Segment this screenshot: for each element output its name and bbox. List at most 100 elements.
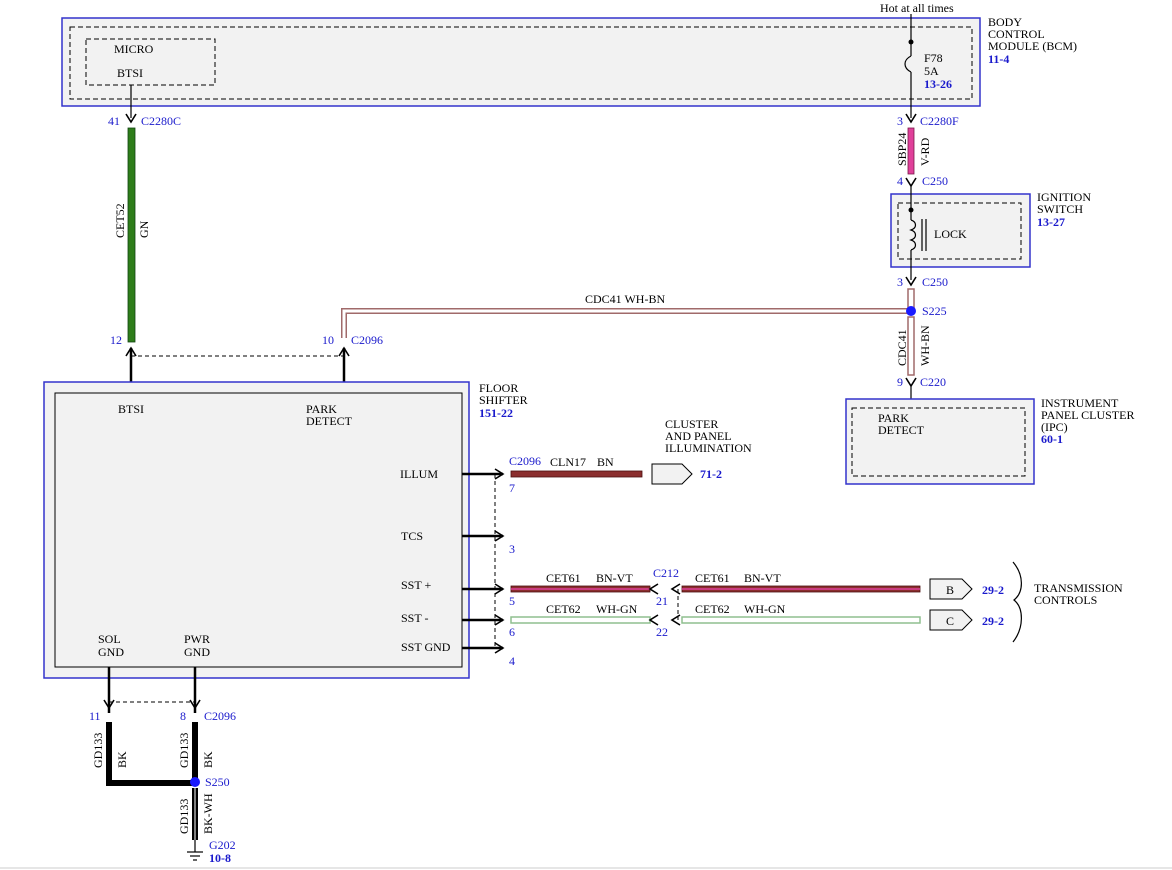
c212-right-top-icon [670, 583, 681, 595]
wire-cet52 [127, 127, 136, 343]
c250-top-connector-icon [905, 177, 917, 188]
hot-at-all-times-label: Hot at all times [880, 1, 954, 15]
c212-left-top-icon [648, 583, 659, 595]
c2280c-pin: 41 [108, 114, 120, 128]
c250-top-pin: 4 [897, 174, 903, 188]
trans-arrow-b-label: B [946, 583, 954, 597]
c2096-pin-illum: 7 [509, 481, 515, 495]
c212-right-bottom-icon [670, 614, 681, 626]
c2096-right-name: C2096 [509, 454, 541, 468]
c2096-pin-sst-minus: 6 [509, 625, 515, 639]
s225-name: S225 [922, 304, 947, 318]
fs-btsi-label: BTSI [118, 402, 144, 416]
c2280f-pin: 3 [897, 114, 903, 128]
wire-cet52-circuit: CET52 [113, 203, 127, 238]
bcm-btsi-label: BTSI [117, 66, 143, 80]
wire-gd133-left-circuit: GD133 [91, 733, 105, 768]
s250-splice [190, 777, 200, 787]
cluster-illum-line3: ILLUMINATION [665, 441, 752, 455]
ignition-lock-label: LOCK [934, 227, 967, 241]
wire-gd133-bottom-color: BK-WH [201, 793, 215, 834]
wire-cln17-circuit: CLN17 [550, 455, 586, 469]
wire-cdc41-vertical-circuit: CDC41 [895, 329, 909, 366]
trans-title-line2: CONTROLS [1034, 593, 1097, 607]
c250-bottom-pin: 3 [897, 275, 903, 289]
floor-shifter-module: BTSI PARK DETECT ILLUM TCS SST + SST - S… [43, 381, 528, 679]
fs-pin-illum: ILLUM [400, 467, 438, 481]
g202-ref: 10-8 [209, 851, 231, 865]
c250-bottom-name: C250 [922, 275, 948, 289]
fs-sol-line1: SOL [98, 632, 121, 646]
fs-park-line2: DETECT [306, 414, 353, 428]
wire-cet61-left-circuit: CET61 [546, 571, 581, 585]
c2096-top-pin-btsi: 12 [110, 333, 122, 347]
c212-pin-bottom: 22 [656, 625, 668, 639]
wire-cet62-right-circuit: CET62 [695, 602, 730, 616]
cluster-illum-ref: 71-2 [700, 467, 722, 481]
ipc-park-line2: DETECT [878, 423, 925, 437]
s225-splice [906, 306, 916, 316]
bcm-box [61, 17, 981, 107]
g202-name: G202 [209, 838, 236, 852]
fs-pin-tcs: TCS [401, 529, 423, 543]
c2096-bottom-name: C2096 [204, 709, 236, 723]
trans-ref-b: 29-2 [982, 583, 1004, 597]
wire-cdc41-horizontal-core [342, 309, 911, 338]
c2096-pin-tcs: 3 [509, 542, 515, 556]
wire-gd133-bottom-circuit: GD133 [177, 799, 191, 834]
wire-cet62-right-color: WH-GN [744, 602, 786, 616]
cluster-illum-arrow-icon [651, 463, 693, 485]
fs-pin-sst-minus: SST - [401, 611, 428, 625]
ignition-switch: LOCK IGNITION SWITCH 13-27 [890, 186, 1091, 280]
c250-top-name: C250 [922, 174, 948, 188]
wire-sbp24-color: V-RD [918, 137, 932, 166]
ignition-node [908, 207, 914, 213]
s250-name: S250 [205, 775, 230, 789]
c2096-bottom-pin-pwr: 8 [180, 709, 186, 723]
wire-cet61-left-color: BN-VT [596, 571, 633, 585]
wire-cet61-right-circuit: CET61 [695, 571, 730, 585]
wire-cet62-left-color: WH-GN [596, 602, 638, 616]
wire-cdc41-vertical-color: WH-BN [918, 325, 932, 366]
fs-sol-line2: GND [98, 645, 124, 659]
fuse-name: F78 [924, 51, 943, 65]
c220-name: C220 [920, 375, 946, 389]
c2096-pin-sst-plus: 5 [509, 594, 515, 608]
fuse-ref: 13-26 [924, 77, 952, 91]
c2096-bottom-pin-sol: 11 [89, 709, 101, 723]
wire-cdc41-horizontal-label: CDC41 WH-BN [585, 292, 665, 306]
wire-gd133-mid-circuit: GD133 [177, 733, 191, 768]
fuse-amps: 5A [924, 64, 939, 78]
ipc-box [845, 398, 1035, 485]
c212-left-bottom-icon [648, 614, 659, 626]
wire-cet62-left-circuit: CET62 [546, 602, 581, 616]
wire-cet62-left [510, 616, 651, 624]
trans-ref-c: 29-2 [982, 614, 1004, 628]
ipc-module: PARK DETECT INSTRUMENT PANEL CLUSTER (IP… [845, 396, 1134, 485]
ignition-ref: 13-27 [1037, 215, 1065, 229]
wire-cet52-color: GN [137, 220, 151, 238]
wire-cln17-color: BN [597, 455, 614, 469]
c2280c-name: C2280C [141, 114, 181, 128]
c2280f-name: C2280F [920, 114, 959, 128]
fs-title-line2: SHIFTER [479, 393, 528, 407]
trans-arrow-c-label: C [946, 614, 954, 628]
fs-pwr-line1: PWR [184, 632, 210, 646]
c212-pin-top: 21 [656, 594, 668, 608]
bcm-title-line3: MODULE (BCM) [988, 39, 1077, 53]
ipc-ref: 60-1 [1041, 432, 1063, 446]
c2096-top-name: C2096 [351, 333, 383, 347]
fs-pin-sst-gnd: SST GND [401, 640, 451, 654]
trans-brace-icon [1012, 561, 1022, 643]
fuse-top-node [908, 39, 914, 45]
fs-ref: 151-22 [479, 406, 513, 420]
c2096-pin-sst-gnd: 4 [509, 654, 515, 668]
wire-cdc41-horizontal [341, 308, 911, 338]
fs-pwr-line2: GND [184, 645, 210, 659]
wiring-diagram: MICRO BTSI BODY CONTROL MODULE (BCM) 11-… [0, 1, 1172, 869]
bcm-micro-label: MICRO [114, 42, 154, 56]
c2096-top-pin-park: 10 [322, 333, 334, 347]
c220-connector-icon [905, 377, 917, 388]
c212-name: C212 [653, 566, 679, 580]
wire-cet61-right-color: BN-VT [744, 571, 781, 585]
